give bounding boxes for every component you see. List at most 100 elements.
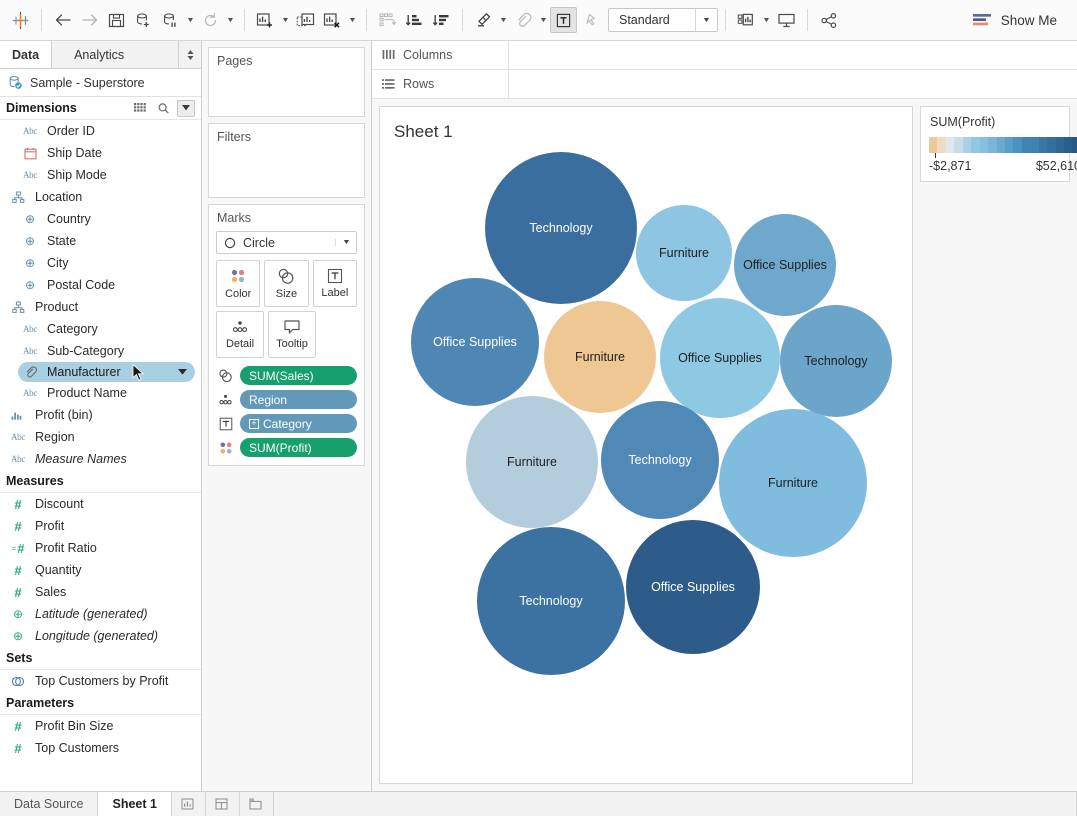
label-icon[interactable] <box>216 417 235 431</box>
back-button[interactable] <box>49 7 76 33</box>
clear-sheet-caret-icon[interactable] <box>346 8 359 32</box>
marks-detail-button[interactable]: Detail <box>216 311 264 358</box>
dimension-field-product[interactable]: Product <box>0 296 201 318</box>
highlight-button[interactable] <box>470 7 497 33</box>
bubble-chart[interactable]: Technology Furniture Office Supplies Office… <box>380 107 912 783</box>
new-dashboard-icon[interactable] <box>206 792 240 816</box>
fit-dropdown-caret-icon[interactable] <box>695 9 717 31</box>
color-legend[interactable]: SUM(Profit) -$2,871 $52,610 <box>920 106 1077 182</box>
dimension-field-profit-bin[interactable]: Profit (bin) <box>0 404 201 426</box>
dimension-field-sub-category[interactable]: Abc Sub-Category <box>0 340 201 362</box>
measure-field-sales[interactable]: # Sales <box>0 581 201 603</box>
refresh-dropdown-caret-icon[interactable] <box>224 8 237 32</box>
mark-type-caret-icon[interactable] <box>335 239 356 246</box>
share-workbook-button[interactable] <box>815 7 842 33</box>
columns-dropzone[interactable] <box>509 41 1077 69</box>
rows-dropzone[interactable] <box>509 70 1077 98</box>
dimension-field-ship-mode[interactable]: Abc Ship Mode <box>0 164 201 186</box>
dimension-field-order-id[interactable]: Abc Order ID <box>0 120 201 142</box>
dimension-field-location[interactable]: Location <box>0 186 201 208</box>
dimension-field-city[interactable]: ⊕ City <box>0 252 201 274</box>
search-fields-icon[interactable] <box>154 100 172 117</box>
parameter-field-top-customers[interactable]: # Top Customers <box>0 737 201 759</box>
new-worksheet-caret-icon[interactable] <box>279 8 292 32</box>
datasource-item[interactable]: Sample - Superstore <box>0 69 201 97</box>
marks-pill-region[interactable]: Region <box>240 390 357 409</box>
bubble-mark[interactable]: Technology <box>780 305 892 417</box>
columns-shelf[interactable]: Columns <box>372 41 1077 70</box>
refresh-data-source-button[interactable] <box>197 7 224 33</box>
bubble-mark[interactable]: Technology <box>485 152 637 304</box>
dimension-field-manufacturer[interactable]: Manufacturer <box>18 362 195 382</box>
pause-auto-updates-button[interactable] <box>157 7 184 33</box>
dimension-field-country[interactable]: ⊕ Country <box>0 208 201 230</box>
fields-scroll-area[interactable]: Dimensions Abc Order ID Ship Date Abc Ship <box>0 97 201 791</box>
bubble-mark[interactable]: Furniture <box>544 301 656 413</box>
group-caret-icon[interactable] <box>537 8 550 32</box>
duplicate-sheet-button[interactable] <box>292 7 319 33</box>
fit-dropdown[interactable]: Standard <box>608 8 718 32</box>
bubble-mark[interactable]: Office Supplies <box>734 214 836 316</box>
dimension-field-postal-code[interactable]: ⊕ Postal Code <box>0 274 201 296</box>
dimension-field-region[interactable]: Abc Region <box>0 426 201 448</box>
show-hide-cards-button[interactable] <box>733 7 760 33</box>
measure-field-longitude-generated[interactable]: ⊕ Longitude (generated) <box>0 625 201 647</box>
new-worksheet-icon[interactable] <box>172 792 206 816</box>
clear-sheet-button[interactable] <box>319 7 346 33</box>
color-icon[interactable] <box>216 440 235 456</box>
bubble-mark[interactable]: Office Supplies <box>626 520 760 654</box>
dimension-field-product-name[interactable]: Abc Product Name <box>0 382 201 404</box>
filters-card[interactable]: Filters <box>208 123 365 198</box>
marks-pill-sum-sales[interactable]: SUM(Sales) <box>240 366 357 385</box>
tab-analytics[interactable]: Analytics <box>52 41 179 68</box>
dimensions-menu-caret-icon[interactable] <box>177 99 195 117</box>
pause-dropdown-caret-icon[interactable] <box>184 8 197 32</box>
pages-card[interactable]: Pages <box>208 47 365 117</box>
bubble-mark[interactable]: Office Supplies <box>411 278 539 406</box>
tab-data[interactable]: Data <box>0 41 53 68</box>
fix-axes-button[interactable] <box>577 7 604 33</box>
dimension-field-ship-date[interactable]: Ship Date <box>0 142 201 164</box>
size-icon[interactable] <box>216 368 235 383</box>
parameter-field-profit-bin-size[interactable]: # Profit Bin Size <box>0 715 201 737</box>
marks-color-button[interactable]: Color <box>216 260 261 307</box>
marks-pill-category[interactable]: + Category <box>240 414 357 433</box>
tab-sheet-1[interactable]: Sheet 1 <box>98 792 172 816</box>
measure-field-quantity[interactable]: # Quantity <box>0 559 201 581</box>
dimension-field-category[interactable]: Abc Category <box>0 318 201 340</box>
detail-icon[interactable] <box>216 393 235 407</box>
expand-hierarchy-icon[interactable]: + <box>249 418 259 429</box>
group-by-folder-icon[interactable] <box>131 100 149 117</box>
marks-pill-sum-profit[interactable]: SUM(Profit) <box>240 438 357 457</box>
marks-tooltip-button[interactable]: Tooltip <box>268 311 316 358</box>
marks-size-button[interactable]: Size <box>264 260 309 307</box>
bubble-mark[interactable]: Office Supplies <box>660 298 780 418</box>
new-story-icon[interactable] <box>240 792 274 816</box>
show-me-button[interactable]: Show Me <box>964 10 1071 31</box>
highlight-caret-icon[interactable] <box>497 8 510 32</box>
field-dropdown-caret-icon[interactable] <box>178 369 187 375</box>
mark-type-dropdown[interactable]: Circle <box>216 231 357 254</box>
new-data-source-button[interactable] <box>130 7 157 33</box>
dimension-field-state[interactable]: ⊕ State <box>0 230 201 252</box>
bubble-mark[interactable]: Furniture <box>466 396 598 528</box>
measure-field-latitude-generated[interactable]: ⊕ Latitude (generated) <box>0 603 201 625</box>
measure-field-profit-ratio[interactable]: = # Profit Ratio <box>0 537 201 559</box>
swap-rows-columns-button[interactable] <box>374 7 401 33</box>
sort-ascending-button[interactable] <box>401 7 428 33</box>
forward-button[interactable] <box>76 7 103 33</box>
worksheet-canvas[interactable]: Sheet 1 Technology Furniture Office Suppli… <box>379 106 913 784</box>
measure-field-discount[interactable]: # Discount <box>0 493 201 515</box>
dimension-field-measure-names[interactable]: Abc Measure Names <box>0 448 201 470</box>
data-pane-resize-handle[interactable] <box>179 41 201 68</box>
set-field-top-customers-by-profit[interactable]: Top Customers by Profit <box>0 670 201 692</box>
marks-label-button[interactable]: Label <box>312 260 357 307</box>
cards-caret-icon[interactable] <box>760 8 773 32</box>
bubble-mark[interactable]: Technology <box>601 401 719 519</box>
tab-data-source[interactable]: Data Source <box>0 792 99 816</box>
bubble-mark[interactable]: Furniture <box>719 409 867 557</box>
group-members-button[interactable] <box>510 7 537 33</box>
bubble-mark[interactable]: Technology <box>477 527 625 675</box>
save-button[interactable] <box>103 7 130 33</box>
tableau-logo-icon[interactable] <box>6 6 34 34</box>
